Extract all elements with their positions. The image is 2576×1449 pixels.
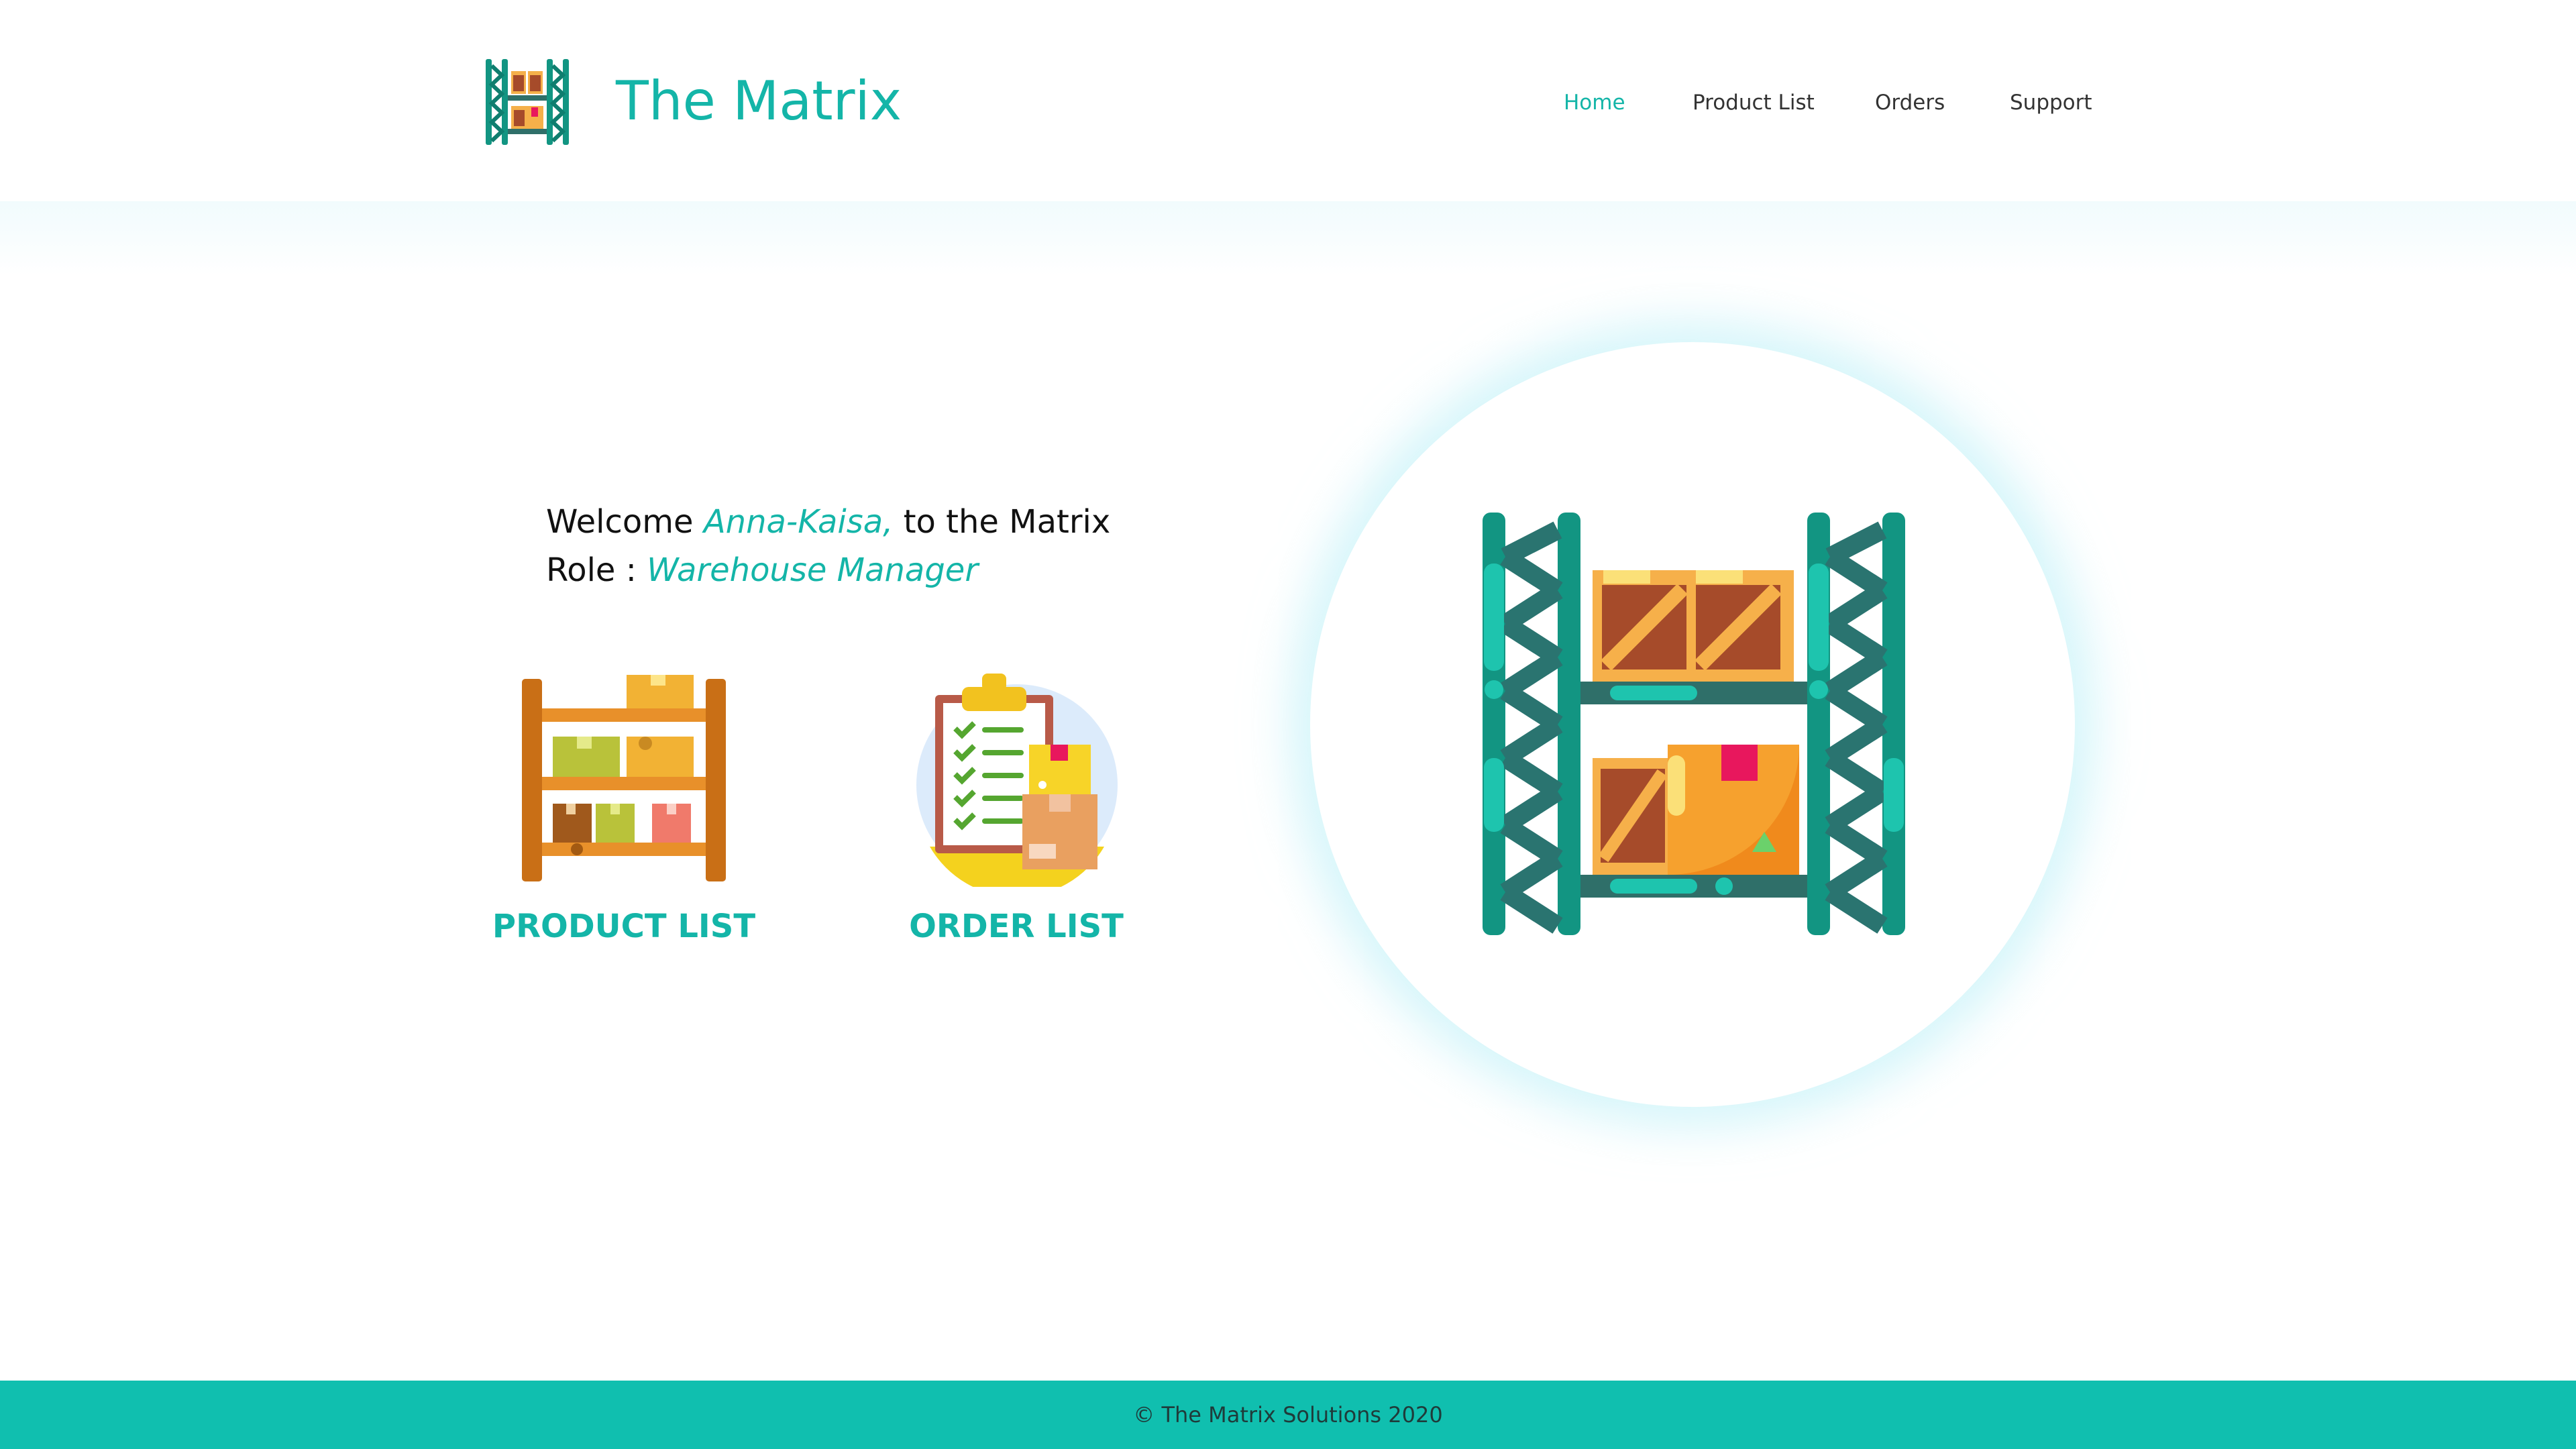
warehouse-shelf-icon[interactable] bbox=[484, 59, 570, 145]
clipboard-checklist-icon[interactable] bbox=[915, 672, 1119, 887]
nav-home[interactable]: Home bbox=[1564, 86, 1625, 119]
welcome-message: Welcome Anna-Kaisa, to the Matrix Role :… bbox=[546, 498, 1110, 594]
role-prefix: Role : bbox=[546, 551, 647, 589]
order-list-link[interactable]: ORDER LIST bbox=[879, 904, 1154, 949]
warehouse-rack-icon bbox=[1483, 513, 1905, 935]
copyright-text: © The Matrix Solutions 2020 bbox=[1133, 1402, 1443, 1428]
header-shadow bbox=[0, 201, 2576, 275]
welcome-line: Welcome Anna-Kaisa, to the Matrix bbox=[546, 498, 1110, 546]
user-name: Anna-Kaisa, bbox=[703, 503, 894, 541]
header: The Matrix Home Product List Orders Supp… bbox=[0, 0, 2576, 201]
nav-product-list[interactable]: Product List bbox=[1693, 86, 1815, 119]
nav-support[interactable]: Support bbox=[2010, 86, 2092, 119]
welcome-prefix: Welcome bbox=[546, 503, 704, 541]
nav-orders[interactable]: Orders bbox=[1875, 86, 1945, 119]
welcome-suffix: to the Matrix bbox=[893, 503, 1111, 541]
shelf-boxes-icon[interactable] bbox=[522, 675, 726, 881]
user-role: Warehouse Manager bbox=[647, 551, 979, 589]
product-list-link[interactable]: PRODUCT LIST bbox=[483, 904, 765, 949]
role-line: Role : Warehouse Manager bbox=[546, 546, 1110, 594]
footer: © The Matrix Solutions 2020 bbox=[0, 1381, 2576, 1449]
app-title[interactable]: The Matrix bbox=[616, 64, 902, 138]
